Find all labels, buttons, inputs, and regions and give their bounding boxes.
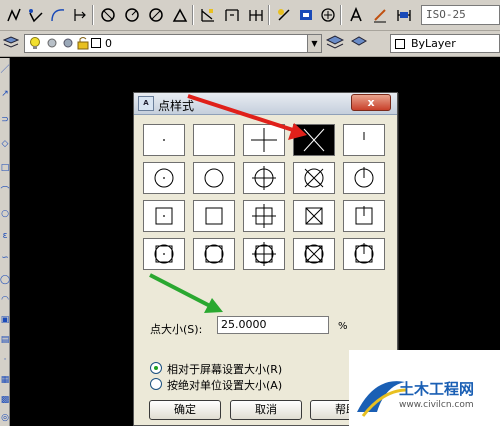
sun-icon[interactable] [45,36,59,53]
rectangle-icon[interactable]: □ [0,162,10,174]
ruler-icon[interactable] [198,5,218,25]
ellipse-icon[interactable] [146,5,166,25]
point-style-square-plus[interactable] [243,200,285,232]
polygon-icon[interactable]: ◇ [0,138,10,150]
point-style-plus[interactable] [243,124,285,156]
point-style-circle-dot[interactable] [143,162,185,194]
chevron-down-icon[interactable]: ▼ [307,35,321,52]
point-style-dot[interactable] [143,124,185,156]
point-style-circlesquare[interactable] [193,238,235,270]
spline-icon[interactable]: ∽ [0,252,10,264]
edit-icon[interactable] [370,5,390,25]
watermark-brand: 土木工程网 [399,380,475,398]
layer-dropdown[interactable]: 0 ▼ [24,34,322,53]
hatch-icon[interactable]: ▦ [0,374,10,386]
viewport-freeze-icon[interactable] [61,36,75,53]
watermark-url: www.civilcn.com [399,400,474,410]
watermark: 土木工程网 www.civilcn.com [349,350,500,426]
dialog-title: 点样式 [158,99,195,113]
point-style-x[interactable] [293,124,335,156]
ellipse-arc-icon[interactable]: ◠ [0,294,10,306]
cloud-icon[interactable]: ε [0,230,10,242]
point-size-input[interactable]: 25.0000 [217,316,329,334]
bulb-icon[interactable] [29,36,41,53]
layer-previous-icon[interactable] [350,35,368,54]
point-style-circlesquare-tick[interactable] [343,238,385,270]
color-dropdown[interactable]: ByLayer [390,34,500,53]
color-value: ByLayer [411,37,456,50]
dialog-titlebar[interactable]: A 点样式 x [134,93,397,115]
trim-icon[interactable] [274,5,294,25]
spline-icon[interactable] [26,5,46,25]
radio-absolute-label: 按绝对单位设置大小(A) [167,379,283,392]
rotate-icon[interactable] [122,5,142,25]
area-icon[interactable] [394,5,414,25]
point-style-square-x[interactable] [293,200,335,232]
draw-toolbar: ISO-25 [0,0,500,31]
make-block-icon[interactable]: ▤ [0,334,10,346]
radio-dot[interactable] [150,378,162,390]
point-style-circlesquare-dot[interactable] [143,238,185,270]
point-style-none[interactable] [193,124,235,156]
dimension-icon[interactable] [70,5,90,25]
polyline-icon[interactable] [4,5,24,25]
point-style-circle[interactable] [193,162,235,194]
point-style-circle-tick[interactable] [343,162,385,194]
cancel-button[interactable]: 取消 [230,400,302,420]
layer-toolbar: 0 ▼ ByLayer [0,31,500,57]
region-icon[interactable]: ◎ [0,412,10,424]
ellipse-icon[interactable]: ◯ [0,274,10,286]
measure-icon[interactable] [246,5,266,25]
point-style-circlesquare-x[interactable] [293,238,335,270]
circle-icon[interactable] [98,5,118,25]
layers-icon[interactable] [2,36,20,53]
lock-icon[interactable] [77,36,89,53]
gradient-icon[interactable]: ▩ [0,394,10,406]
close-button[interactable]: x [351,94,391,111]
app-icon: A [138,96,154,111]
angle-icon[interactable] [170,5,190,25]
line-icon[interactable]: ／ [0,64,10,76]
layer-states-icon[interactable] [325,35,345,54]
xline-icon[interactable]: ↗ [0,88,10,100]
point-style-square-tick[interactable] [343,200,385,232]
polyline-icon[interactable]: ⊃ [0,114,10,126]
frame-icon[interactable] [222,5,242,25]
point-style-circlesquare-plus[interactable] [243,238,285,270]
point-icon[interactable]: · [0,354,10,366]
center-icon[interactable] [318,5,338,25]
radio-relative-size[interactable]: 相对于屏幕设置大小(R) [150,361,350,376]
point-style-circle-plus[interactable] [243,162,285,194]
arc-icon[interactable] [48,5,68,25]
radio-absolute-size[interactable]: 按绝对单位设置大小(A) [150,377,350,392]
point-style-tick[interactable] [343,124,385,156]
dim-style-field[interactable]: ISO-25 [421,5,500,25]
modify-toolbar: ／ ↗ ⊃ ◇ □ ⌒ ○ ε ∽ ◯ ◠ ▣ ▤ · ▦ ▩ ◎ [0,58,10,426]
point-style-circle-x[interactable] [293,162,335,194]
point-style-square[interactable] [193,200,235,232]
point-style-square-dot[interactable] [143,200,185,232]
arc-icon[interactable]: ⌒ [0,186,10,198]
insert-block-icon[interactable]: ▣ [0,314,10,326]
circle-icon[interactable]: ○ [0,208,10,220]
percent-label: % [338,321,348,332]
color-swatch-icon [395,39,405,49]
layer-value: 0 [105,37,112,50]
radio-dot-selected[interactable] [150,362,162,374]
radio-relative-label: 相对于屏幕设置大小(R) [167,363,283,376]
color-swatch-icon [91,38,101,51]
point-size-label: 点大小(S): [150,323,203,336]
ok-button[interactable]: 确定 [149,400,221,420]
text-icon[interactable] [346,5,366,25]
block-icon[interactable] [296,5,316,25]
